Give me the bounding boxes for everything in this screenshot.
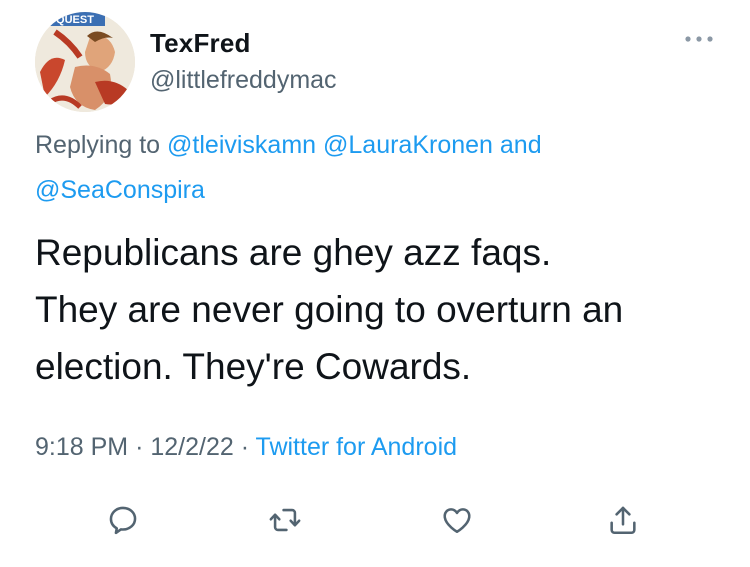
more-icon (685, 36, 713, 42)
reply-icon (109, 506, 137, 535)
action-bar (0, 500, 750, 540)
share-button[interactable] (603, 500, 643, 540)
more-options-button[interactable] (682, 26, 716, 52)
tweet-line: They are never going to overturn an (35, 289, 624, 330)
display-name[interactable]: TexFred (150, 28, 251, 59)
avatar-image: QUEST (35, 12, 135, 112)
mention-link[interactable]: @SeaConspira (35, 176, 205, 204)
tweet-line: Republicans are ghey azz faqs. (35, 232, 552, 273)
avatar-caption: QUEST (56, 14, 94, 26)
meta-separator: · (240, 433, 250, 461)
tweet-time[interactable]: 9:18 PM (35, 433, 128, 461)
like-icon (443, 508, 471, 534)
meta-separator: · (135, 433, 144, 461)
avatar[interactable]: QUEST (35, 12, 135, 112)
mention-conjunction[interactable]: and (500, 131, 542, 159)
replying-to: Replying to @tleiviskamn @LauraKronen an… (35, 123, 725, 213)
tweet-source[interactable]: Twitter for Android (256, 433, 457, 461)
tweet-line: election. They're Cowards. (35, 346, 472, 387)
replying-to-prefix: Replying to (35, 131, 161, 159)
mention-link[interactable]: @LauraKronen (323, 131, 493, 159)
share-icon (610, 506, 636, 535)
mention-link[interactable]: @tleiviskamn (167, 131, 316, 159)
retweet-icon (269, 508, 301, 532)
tweet-text: Republicans are ghey azz faqs. They are … (35, 224, 725, 395)
retweet-button[interactable] (265, 500, 305, 540)
like-button[interactable] (437, 500, 477, 540)
tweet-date[interactable]: 12/2/22 (150, 433, 233, 461)
tweet-meta: 9:18 PM · 12/2/22 · Twitter for Android (35, 433, 457, 462)
user-handle[interactable]: @littlefreddymac (150, 66, 337, 95)
reply-button[interactable] (103, 500, 143, 540)
